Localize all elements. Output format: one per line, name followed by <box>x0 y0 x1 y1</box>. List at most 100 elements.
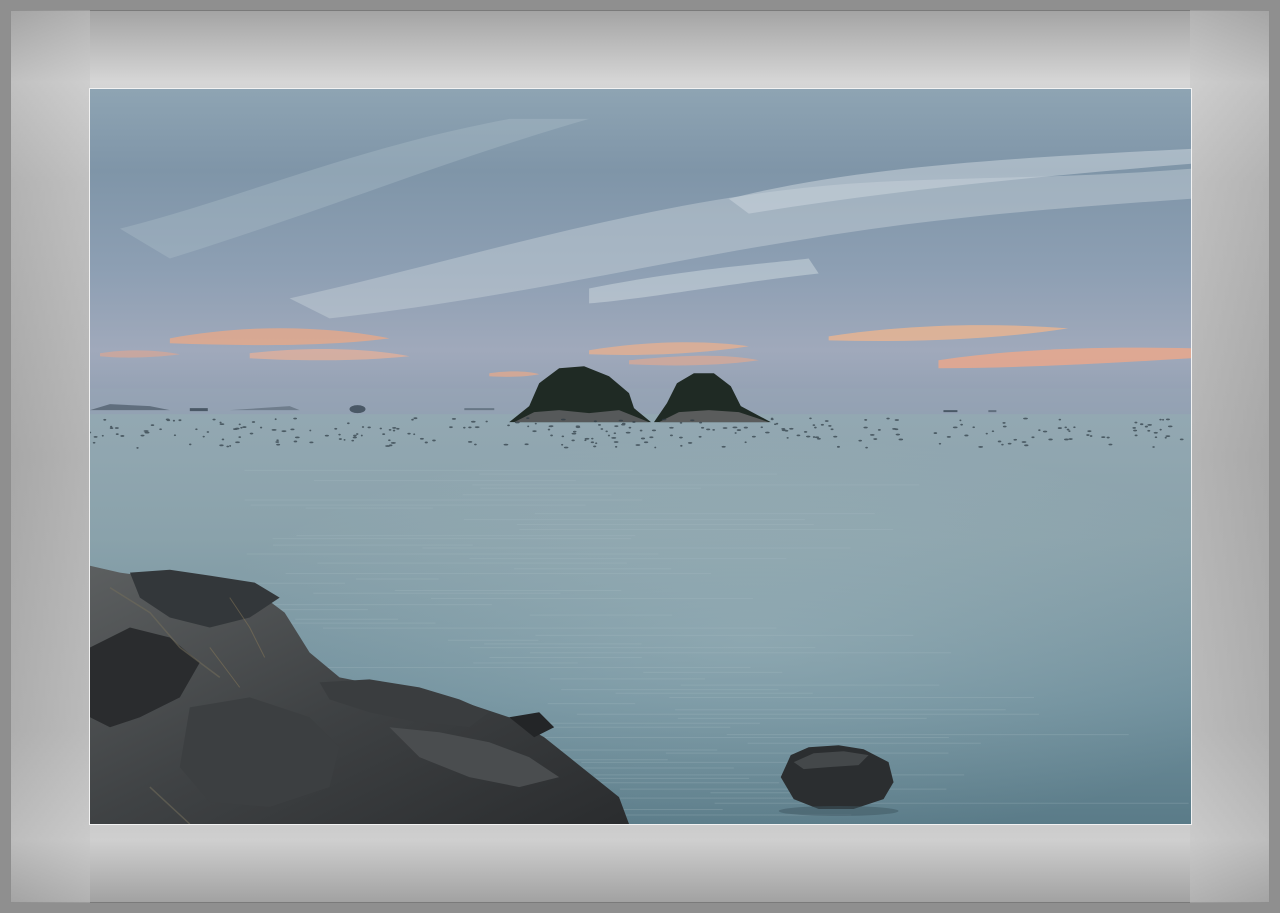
buoy <box>242 426 247 428</box>
buoy <box>103 418 107 421</box>
buoy <box>978 446 984 448</box>
buoy <box>786 436 789 439</box>
buoy <box>334 427 338 430</box>
buoy <box>892 427 897 430</box>
buoy <box>281 430 287 433</box>
buoy <box>952 426 958 429</box>
buoy <box>605 430 608 433</box>
buoy <box>249 432 254 435</box>
buoy <box>613 432 617 435</box>
buoy <box>886 417 890 420</box>
buoy <box>351 439 355 442</box>
buoy <box>824 420 829 422</box>
buoy <box>338 433 341 436</box>
buoy <box>547 428 551 431</box>
buoy <box>1133 429 1138 432</box>
buoy <box>1134 421 1138 424</box>
buoy <box>1058 418 1062 421</box>
buoy <box>690 419 695 422</box>
buoy <box>1152 446 1155 448</box>
buoy <box>1021 441 1027 443</box>
buoy <box>803 430 808 433</box>
buoy <box>120 435 125 437</box>
buoy <box>1089 435 1093 437</box>
buoy <box>595 442 598 445</box>
buoy <box>195 428 198 431</box>
buoy <box>679 421 683 424</box>
buoy <box>1057 427 1062 429</box>
buoy <box>93 435 98 438</box>
buoy <box>877 428 881 431</box>
buoy <box>219 421 222 424</box>
buoy <box>474 443 477 446</box>
buoy <box>1153 431 1158 434</box>
buoy <box>643 441 649 444</box>
buoy <box>864 419 868 421</box>
buoy <box>946 435 951 438</box>
buoy <box>507 424 510 427</box>
buoy <box>1038 429 1041 432</box>
buoy <box>814 426 817 429</box>
buoy <box>736 429 742 431</box>
buoy <box>150 424 155 426</box>
buoy <box>571 432 577 435</box>
buoy <box>353 434 357 437</box>
buoy <box>669 426 674 429</box>
buoy <box>451 418 457 420</box>
buoy <box>751 435 756 438</box>
buoy <box>290 428 295 431</box>
buoy <box>698 435 702 438</box>
buoy <box>524 443 529 446</box>
buoy <box>271 428 277 431</box>
buoy <box>593 420 597 423</box>
buoy <box>649 436 654 439</box>
buoy <box>614 425 619 428</box>
buoy <box>346 422 350 425</box>
buoy <box>1159 428 1162 431</box>
buoy <box>584 439 587 442</box>
buoy <box>593 445 597 448</box>
horizon-haze <box>90 388 1191 417</box>
buoy <box>219 444 224 447</box>
buoy <box>259 426 263 429</box>
buoy <box>621 423 626 426</box>
buoy <box>1064 426 1068 429</box>
buoy <box>858 439 862 442</box>
buoy <box>432 439 436 442</box>
buoy <box>773 423 777 426</box>
buoy <box>1064 438 1069 441</box>
buoy <box>960 423 964 426</box>
buoy <box>830 428 834 431</box>
buoy <box>1087 430 1092 433</box>
buoy <box>396 427 400 430</box>
buoy <box>812 436 816 438</box>
buoy <box>143 430 149 432</box>
buoy <box>309 429 312 432</box>
buoy <box>1179 438 1184 441</box>
buoy <box>938 442 942 445</box>
buoy <box>1101 436 1106 439</box>
buoy <box>669 434 673 437</box>
buoy <box>503 443 509 446</box>
buoy <box>722 427 728 429</box>
buoy <box>1066 428 1070 431</box>
buoy <box>933 432 938 434</box>
buoy <box>1144 425 1148 428</box>
seascape-illustration <box>90 89 1191 824</box>
buoy <box>744 441 747 444</box>
buoy <box>276 443 281 446</box>
buoy <box>734 432 737 434</box>
buoy <box>809 417 812 420</box>
buoy <box>1001 443 1004 446</box>
buoy <box>240 426 243 429</box>
buoy <box>379 427 382 430</box>
buoy <box>294 436 300 439</box>
buoy <box>1147 423 1152 426</box>
buoy <box>597 423 601 426</box>
buoy <box>388 439 391 442</box>
buoy <box>136 447 139 449</box>
buoy <box>1068 438 1073 440</box>
buoy <box>591 437 594 440</box>
buoy <box>1159 418 1162 421</box>
buoy <box>229 445 232 447</box>
